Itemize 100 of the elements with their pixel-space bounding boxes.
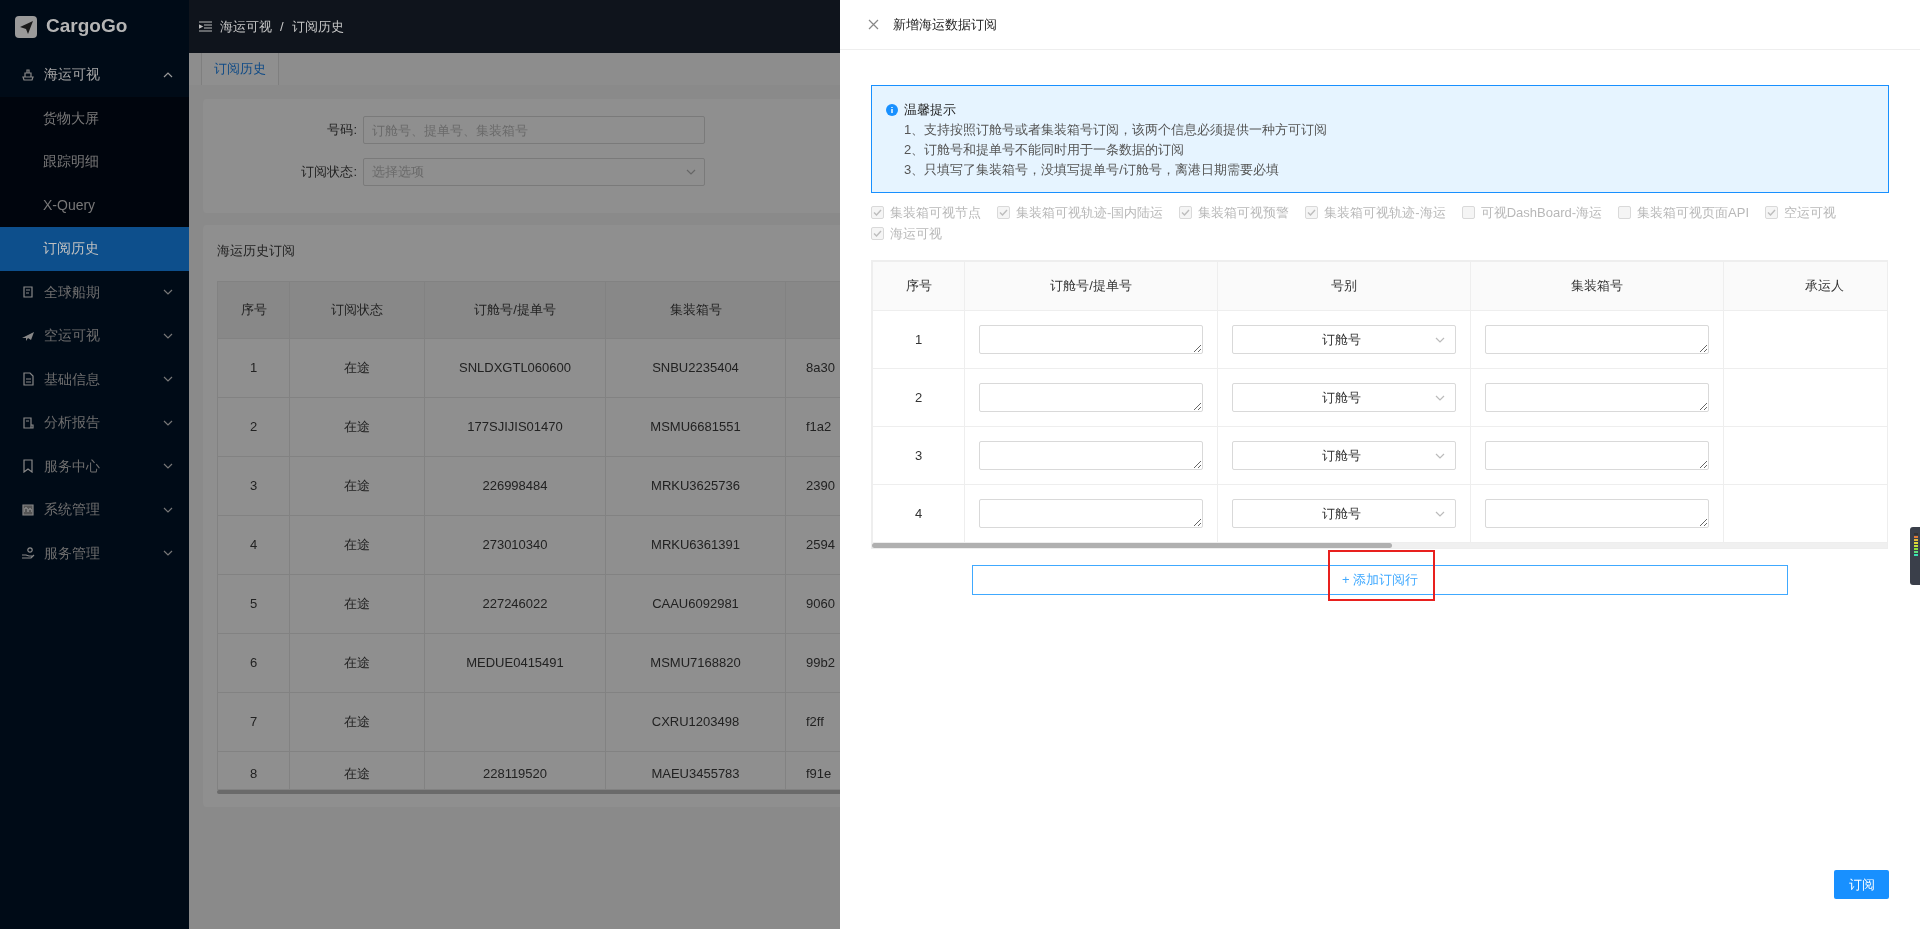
table-cell: 8 (249, 765, 258, 781)
text-area[interactable] (979, 441, 1203, 470)
sidebar-item[interactable]: 空运可视 (0, 314, 189, 358)
table-cell: 2390 (806, 477, 835, 493)
chevron-down-icon (686, 169, 696, 175)
submit-button[interactable]: 订阅 (1834, 870, 1889, 899)
app-logo-text: CargoGo (46, 14, 128, 39)
checkbox-label: 可视DashBoard-海运 (1480, 204, 1603, 222)
alert-text: 1、支持按照订舱号或者集装箱号订阅，该两个信息必须提供一种方可订阅 (903, 121, 1329, 139)
field-label: 号码: (326, 121, 358, 140)
table-cell: 99b2 (806, 654, 835, 670)
sidebar-item[interactable]: 全球船期 (0, 270, 189, 314)
table-cell: 在途 (344, 595, 370, 611)
drawer-title: 新增海运数据订阅 (893, 15, 997, 34)
sidebar-item[interactable]: 服务中心 (0, 444, 189, 488)
add-row-button[interactable]: + 添加订阅行 (972, 565, 1788, 595)
table-cell: 227246022 (482, 595, 548, 611)
tab[interactable]: 订阅历史 (201, 53, 279, 85)
text-area[interactable] (979, 499, 1203, 528)
table-cell: 177SJIJIS01470 (467, 418, 563, 434)
select-field[interactable]: 订舱号 (1232, 441, 1456, 470)
text-area[interactable] (1485, 441, 1709, 470)
table-cell: 在途 (344, 536, 370, 552)
checkbox-label: 集装箱可视轨迹-海运 (1324, 204, 1446, 222)
table-cell: 在途 (344, 477, 370, 493)
logo-icon (15, 15, 37, 38)
table-cell: 9060 (806, 595, 835, 611)
select-field[interactable]: 订舱号 (1232, 499, 1456, 528)
text-area[interactable] (1485, 325, 1709, 354)
table-cell: 1 (914, 331, 923, 347)
table-cell: 在途 (344, 359, 370, 375)
table-cell: MRKU3625736 (651, 477, 740, 493)
column-header: 集装箱号 (669, 301, 722, 317)
sidebar-item[interactable]: 分析报告 (0, 401, 189, 445)
submenu-item[interactable]: 跟踪明细 (0, 140, 189, 184)
sidebar-item[interactable]: 海运可视 (0, 53, 189, 97)
table-cell: 8a30 (806, 359, 835, 375)
sidebar-item[interactable]: 系统管理 (0, 488, 189, 532)
file-icon (21, 372, 35, 387)
table-cell: f91e (806, 765, 832, 781)
hand-icon (21, 546, 35, 561)
table-cell: f2ff (806, 713, 824, 729)
breadcrumb-link[interactable]: 海运可视 (220, 16, 272, 37)
column-header: 订舱号/提单号 (474, 301, 556, 317)
alert-text: 2、订舱号和提单号不能同时用于一条数据的订阅 (903, 141, 1186, 159)
submenu-item[interactable]: X-Query (0, 183, 189, 227)
close-icon[interactable] (868, 19, 879, 30)
table-cell: CXRU1203498 (651, 713, 740, 729)
text-area[interactable] (1485, 383, 1709, 412)
submenu-item[interactable]: 订阅历史 (0, 227, 189, 271)
select-field[interactable]: 订舱号 (1232, 383, 1456, 412)
sidebar-item[interactable]: 服务管理 (0, 531, 189, 575)
checkbox-label: 海运可视 (890, 225, 942, 243)
chevron-down-icon (1435, 394, 1445, 401)
table-cell: MSMU7168820 (650, 654, 741, 670)
table-cell: 5 (249, 595, 258, 611)
scrollbar[interactable] (872, 543, 1392, 548)
checkbox-label: 集装箱可视轨迹-国内陆运 (1016, 204, 1164, 222)
table-cell: 在途 (344, 765, 370, 781)
text-area[interactable] (1485, 499, 1709, 528)
level-meter-icon (1910, 527, 1920, 585)
column-header: 号别 (1331, 278, 1357, 294)
checkbox-label: 集装箱可视节点 (890, 204, 981, 222)
table-cell: 226998484 (482, 477, 548, 493)
info-icon (886, 104, 898, 116)
table-cell: 4 (249, 536, 258, 552)
column-header: 序号 (240, 301, 267, 317)
table-cell: 在途 (344, 713, 370, 729)
checkbox-label: 集装箱可视预警 (1198, 204, 1290, 222)
alert-title: 温馨提示 (904, 101, 956, 119)
breadcrumb-link[interactable]: 订阅历史 (291, 16, 344, 37)
text-area[interactable] (979, 383, 1203, 412)
table-cell: 在途 (344, 654, 370, 670)
report-icon (21, 415, 35, 430)
table-cell: 2 (914, 389, 923, 405)
menu-fold-icon[interactable] (199, 21, 212, 32)
table-cell: 3 (914, 447, 923, 463)
panel-icon (21, 502, 35, 517)
table-cell: 273010340 (482, 536, 548, 552)
document-icon (21, 285, 35, 300)
select-field[interactable]: 订舱号 (1232, 325, 1456, 354)
column-header: 序号 (905, 278, 932, 294)
table-cell: 6 (249, 654, 258, 670)
table-cell: f1a2 (806, 418, 832, 434)
card-title: 海运历史订阅 (217, 242, 296, 260)
chevron-down-icon (1435, 336, 1445, 343)
text-area[interactable] (979, 325, 1203, 354)
table-cell: 4 (914, 505, 923, 521)
table-cell: MSMU6681551 (650, 418, 741, 434)
chevron-down-icon (1435, 510, 1445, 517)
sidebar-item[interactable]: 基础信息 (0, 357, 189, 401)
table-cell: MEDUE0415491 (466, 654, 564, 670)
table-cell: 2 (249, 418, 258, 434)
bookmark-icon (21, 459, 35, 474)
table-cell: SNBU2235404 (652, 359, 739, 375)
table-cell: SNLDXGTL060600 (459, 359, 571, 375)
submenu-item[interactable]: 货物大屏 (0, 96, 189, 140)
alert-text: 3、只填写了集装箱号，没填写提单号/订舱号，离港日期需要必填 (903, 161, 1280, 179)
checkbox-label: 空运可视 (1784, 204, 1837, 222)
column-header: 集装箱号 (1571, 278, 1623, 294)
